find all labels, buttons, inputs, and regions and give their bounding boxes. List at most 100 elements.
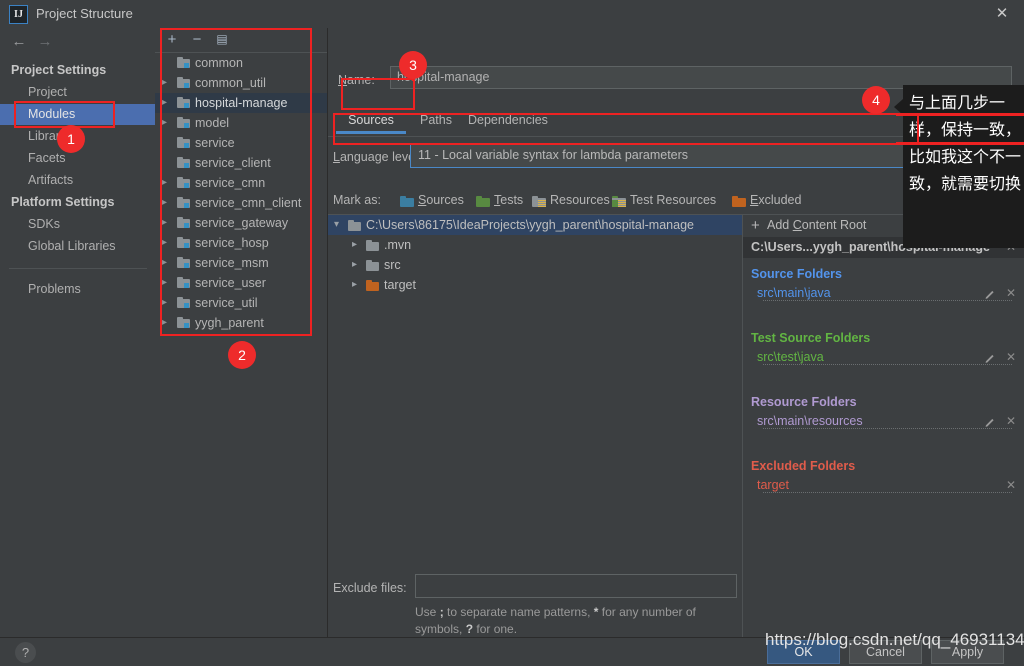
remove-folder-icon[interactable]: ✕ xyxy=(1006,414,1016,428)
remove-folder-icon[interactable]: ✕ xyxy=(1006,286,1016,300)
apply-button[interactable]: Apply xyxy=(931,640,1004,664)
expand-arrow-icon[interactable]: ▸ xyxy=(162,193,172,213)
expand-arrow-icon[interactable]: ▸ xyxy=(162,113,172,133)
hint-part-2: to separate name patterns, xyxy=(443,605,594,619)
module-list-item[interactable]: ▸ hospital-manage xyxy=(155,93,327,113)
sidebar-item-facets[interactable]: Facets xyxy=(28,151,66,165)
edit-pencil-icon[interactable] xyxy=(984,288,996,300)
module-folder-icon xyxy=(177,77,190,88)
folder-path[interactable]: src\test\java xyxy=(757,350,824,364)
folder-path[interactable]: src\main\resources xyxy=(757,414,863,428)
tab-dependencies[interactable]: Dependencies xyxy=(468,110,548,134)
annotation-note-tail xyxy=(894,99,903,115)
folder-group-title: Source Folders xyxy=(751,267,842,281)
module-list-item-label: service xyxy=(195,136,235,150)
module-list-item[interactable]: ▸ model xyxy=(155,113,327,133)
content-tree-row[interactable]: ▸ target xyxy=(328,275,742,295)
remove-folder-icon[interactable]: ✕ xyxy=(1006,478,1016,492)
module-list-item-label: service_user xyxy=(195,276,266,290)
intellij-logo-icon: IJ xyxy=(9,5,28,24)
sidebar-item-project[interactable]: Project xyxy=(28,85,67,99)
hint-part-4: for one. xyxy=(473,622,518,636)
module-list-item-label: hospital-manage xyxy=(195,96,288,110)
help-icon[interactable]: ? xyxy=(15,642,36,663)
remove-module-icon[interactable]: − xyxy=(188,31,206,49)
tests-folder-icon xyxy=(476,196,490,207)
content-tree-row[interactable]: ▸ src xyxy=(328,255,742,275)
collapsed-arrow-icon[interactable]: ▸ xyxy=(352,275,357,295)
close-icon[interactable]: ✕ xyxy=(992,5,1012,23)
module-list-item[interactable]: ▸ service_user xyxy=(155,273,327,293)
resources-folder-icon xyxy=(532,196,546,207)
forward-arrow-icon[interactable]: → xyxy=(34,33,56,51)
content-tree-row[interactable]: ▾ C:\Users\86175\IdeaProjects\yygh_parent… xyxy=(328,215,742,235)
content-tree-row[interactable]: ▸ .mvn xyxy=(328,235,742,255)
module-folder-icon xyxy=(177,97,190,108)
mark-as-label: Mark as: xyxy=(333,193,381,207)
module-list-item[interactable]: ▸ service_hosp xyxy=(155,233,327,253)
module-list-item[interactable]: ▸ common_util xyxy=(155,73,327,93)
collapsed-arrow-icon[interactable]: ▸ xyxy=(352,255,357,275)
sidebar-selection-highlight xyxy=(0,104,155,125)
expand-arrow-icon[interactable]: ▸ xyxy=(162,213,172,233)
logo-text: IJ xyxy=(14,9,23,20)
tab-paths[interactable]: Paths xyxy=(420,110,452,134)
add-module-icon[interactable]: + xyxy=(163,31,181,49)
folder-path[interactable]: src\main\java xyxy=(757,286,831,300)
modules-toolbar: + − ▤ xyxy=(155,28,327,53)
module-folder-icon xyxy=(177,197,190,208)
content-tree-label: .mvn xyxy=(384,238,412,252)
expand-arrow-icon[interactable]: ▸ xyxy=(162,273,172,293)
dialog-footer: ? OK Cancel Apply xyxy=(0,637,1024,666)
expand-arrow-icon[interactable]: ▸ xyxy=(162,293,172,313)
module-list-item[interactable]: ▸ service_cmn_client xyxy=(155,193,327,213)
ok-button[interactable]: OK xyxy=(767,640,840,664)
sidebar-group-project-settings: Project Settings xyxy=(11,63,107,77)
module-name-value: hospital-manage xyxy=(397,70,490,84)
expand-arrow-icon[interactable]: ▸ xyxy=(162,73,172,93)
module-list-item-label: service_msm xyxy=(195,256,269,270)
cancel-button[interactable]: Cancel xyxy=(849,640,922,664)
sidebar-item-global-libraries[interactable]: Global Libraries xyxy=(28,239,116,253)
expanded-arrow-icon[interactable]: ▾ xyxy=(334,215,339,235)
expand-arrow-icon[interactable]: ▸ xyxy=(162,253,172,273)
tab-sources[interactable]: Sources xyxy=(336,110,406,134)
sidebar-item-problems[interactable]: Problems xyxy=(28,282,81,296)
module-list-item[interactable]: service xyxy=(155,133,327,153)
modules-list[interactable]: common ▸ common_util ▸ hospital-manage ▸ model… xyxy=(155,53,327,637)
tree-folder-icon xyxy=(366,260,379,271)
module-list-item[interactable]: ▸ service_gateway xyxy=(155,213,327,233)
excluded-folder-icon xyxy=(732,196,746,207)
folder-path[interactable]: target xyxy=(757,478,789,492)
module-list-item[interactable]: ▸ yygh_parent xyxy=(155,313,327,333)
expand-arrow-icon[interactable]: ▸ xyxy=(162,173,172,193)
expand-arrow-icon[interactable]: ▸ xyxy=(162,93,172,113)
module-folder-icon xyxy=(177,57,190,68)
copy-module-icon[interactable]: ▤ xyxy=(213,31,231,49)
module-list-item[interactable]: service_client xyxy=(155,153,327,173)
edit-pencil-icon[interactable] xyxy=(984,352,996,364)
remove-folder-icon[interactable]: ✕ xyxy=(1006,350,1016,364)
sidebar-divider xyxy=(9,268,147,269)
expand-arrow-icon[interactable]: ▸ xyxy=(162,233,172,253)
tree-folder-icon xyxy=(348,220,361,231)
back-arrow-icon[interactable]: ← xyxy=(8,33,30,51)
sidebar-item-libraries[interactable]: Libraries xyxy=(28,129,76,143)
module-list-item-label: common_util xyxy=(195,76,266,90)
hint-question: ? xyxy=(465,622,474,636)
module-list-item[interactable]: common xyxy=(155,53,327,73)
content-tree-label: src xyxy=(384,258,401,272)
expand-arrow-icon[interactable]: ▸ xyxy=(162,313,172,333)
edit-pencil-icon[interactable] xyxy=(984,416,996,428)
module-list-item[interactable]: ▸ service_cmn xyxy=(155,173,327,193)
sidebar-item-sdks[interactable]: SDKs xyxy=(28,217,60,231)
module-list-item[interactable]: ▸ service_util xyxy=(155,293,327,313)
content-root-tree[interactable]: ▾ C:\Users\86175\IdeaProjects\yygh_parent… xyxy=(328,214,743,597)
sidebar-nav-row: ← → xyxy=(0,28,155,56)
sidebar-item-artifacts[interactable]: Artifacts xyxy=(28,173,73,187)
collapsed-arrow-icon[interactable]: ▸ xyxy=(352,235,357,255)
exclude-files-input[interactable] xyxy=(415,574,737,598)
mark-as-resources-label: Resources xyxy=(550,193,610,207)
module-list-item[interactable]: ▸ service_msm xyxy=(155,253,327,273)
sidebar-item-modules[interactable]: Modules xyxy=(28,107,75,121)
